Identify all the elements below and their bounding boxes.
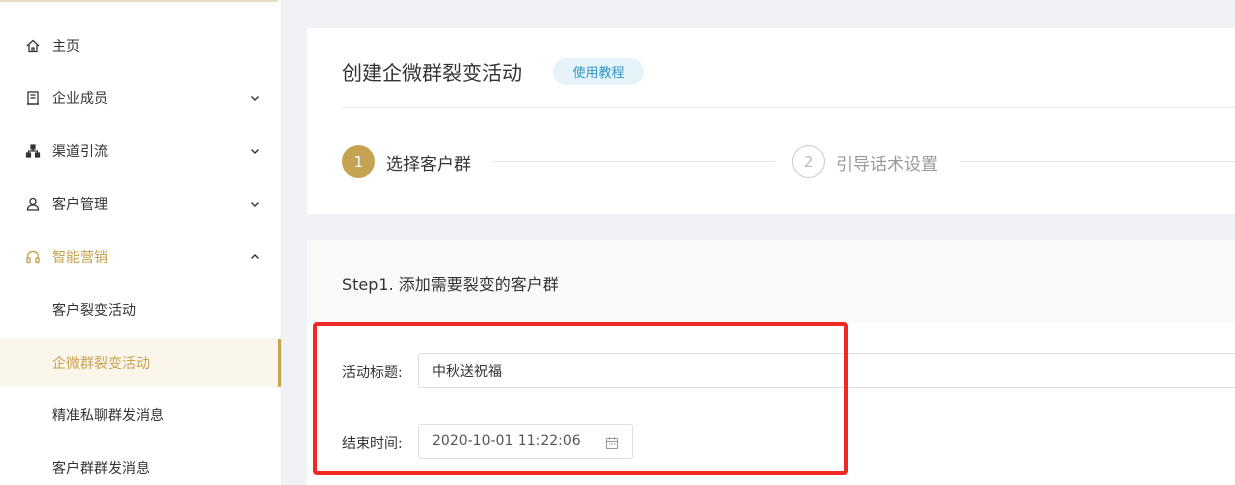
- network-icon: [25, 143, 41, 159]
- form-card: Step1. 添加需要裂变的客户群 活动标题: 结束时间: 2020-10-01…: [307, 240, 1235, 485]
- end-time-value: 2020-10-01 11:22:06: [432, 433, 581, 449]
- page-title: 创建企微群裂变活动: [342, 61, 522, 85]
- chevron-down-icon: [248, 91, 262, 105]
- header-card: 创建企微群裂变活动 使用教程 1 选择客户群 2 引导话术设置: [307, 28, 1235, 214]
- sidebar-item-marketing[interactable]: 智能营销: [0, 233, 281, 281]
- sidebar-subitem-label: 客户群群发消息: [52, 461, 150, 477]
- form-section-header: Step1. 添加需要裂变的客户群: [307, 240, 1235, 323]
- activity-title-input[interactable]: [418, 353, 1235, 388]
- building-icon: [25, 90, 41, 106]
- user-icon: [25, 196, 41, 212]
- sidebar-subitem-label: 精准私聊群发消息: [52, 408, 164, 424]
- step-1-circle: 1: [342, 145, 375, 178]
- sidebar: 主页 企业成员 渠道引流 客户管理 智能营销 客户裂变活动 企微群裂变活动 精准…: [0, 0, 282, 485]
- sidebar-subitem-group-broadcast[interactable]: 客户群群发消息: [0, 444, 281, 485]
- chevron-up-icon: [248, 250, 262, 264]
- activity-title-label: 活动标题:: [342, 365, 403, 381]
- sidebar-item-customers[interactable]: 客户管理: [0, 180, 281, 228]
- step-connector: [960, 161, 1235, 162]
- sidebar-item-label: 智能营销: [52, 250, 108, 266]
- calendar-icon: [605, 435, 619, 450]
- sidebar-subitem-group-fission[interactable]: 企微群裂变活动: [0, 339, 281, 387]
- sidebar-top-accent: [0, 0, 278, 2]
- step-2-label: 引导话术设置: [836, 155, 938, 175]
- tutorial-tag[interactable]: 使用教程: [553, 58, 644, 85]
- step-1-label: 选择客户群: [386, 155, 471, 175]
- chevron-down-icon: [248, 197, 262, 211]
- sidebar-item-label: 客户管理: [52, 197, 108, 213]
- step-2-circle: 2: [792, 145, 825, 178]
- sidebar-item-channels[interactable]: 渠道引流: [0, 127, 281, 175]
- sidebar-subitem-customer-fission[interactable]: 客户裂变活动: [0, 286, 281, 334]
- title-divider: [342, 107, 1235, 108]
- sidebar-subitem-label: 企微群裂变活动: [52, 356, 150, 372]
- sidebar-item-label: 主页: [52, 39, 80, 55]
- home-icon: [25, 38, 41, 54]
- sidebar-item-members[interactable]: 企业成员: [0, 74, 281, 122]
- sidebar-item-home[interactable]: 主页: [0, 22, 281, 70]
- end-time-label: 结束时间:: [342, 436, 403, 452]
- end-time-picker[interactable]: 2020-10-01 11:22:06: [418, 424, 633, 459]
- section-title: Step1. 添加需要裂变的客户群: [342, 275, 559, 294]
- sidebar-subitem-private-broadcast[interactable]: 精准私聊群发消息: [0, 391, 281, 439]
- sidebar-item-label: 渠道引流: [52, 144, 108, 160]
- sidebar-item-label: 企业成员: [52, 91, 108, 107]
- chevron-down-icon: [248, 144, 262, 158]
- sidebar-subitem-label: 客户裂变活动: [52, 303, 136, 319]
- step-connector: [493, 161, 775, 162]
- headset-icon: [25, 249, 41, 265]
